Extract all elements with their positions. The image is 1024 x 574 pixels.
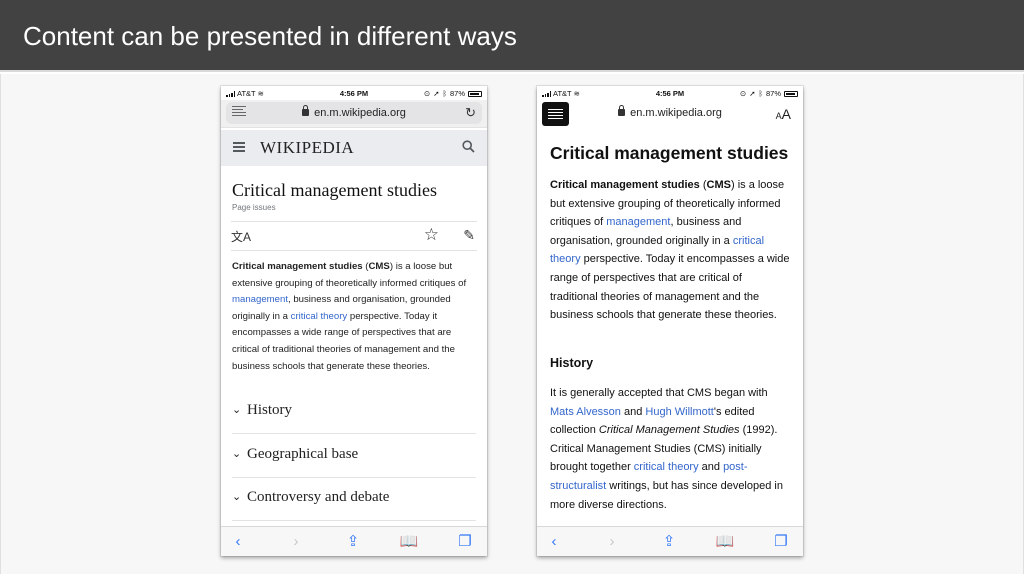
link-management[interactable]: management <box>606 216 670 228</box>
wiki-header: WIKIPEDIA <box>221 130 487 166</box>
back-icon[interactable]: ‹ <box>544 532 564 552</box>
url-text: en.m.wikipedia.org <box>630 107 722 119</box>
battery-percent: 87% <box>449 89 465 98</box>
search-icon[interactable] <box>462 140 475 153</box>
url-field[interactable]: en.m.wikipedia.org AA <box>542 102 798 126</box>
language-icon[interactable]: 文A <box>231 228 251 245</box>
bookmarks-icon[interactable]: 📖 <box>715 532 735 552</box>
back-icon[interactable]: ‹ <box>228 532 248 552</box>
section-controversy[interactable]: ⌄ Controversy and debate <box>232 489 476 521</box>
forward-icon[interactable]: › <box>286 532 306 552</box>
safari-toolbar: ‹ › ⇪ 📖 ❐ <box>537 526 803 556</box>
phone-standard-view: AT&T ≋ 4:56 PM ⊙ ➚ ᛒ 87% en.m.wikipedia.… <box>221 86 487 556</box>
url-text: en.m.wikipedia.org <box>314 107 406 119</box>
page-actions: 文A ☆ ✎ <box>231 221 477 251</box>
section-geographical-base[interactable]: ⌄ Geographical base <box>232 446 476 478</box>
share-icon[interactable]: ⇪ <box>659 532 679 552</box>
link-management[interactable]: management <box>232 294 288 305</box>
page-title: Critical management studies <box>232 180 437 200</box>
reload-icon[interactable]: ↻ <box>465 105 476 121</box>
share-icon[interactable]: ⇪ <box>343 532 363 552</box>
chevron-down-icon: ⌄ <box>232 404 242 416</box>
text-size-button[interactable]: AA <box>776 106 791 122</box>
slide-header: Content can be presented in different wa… <box>0 0 1024 72</box>
lock-icon <box>302 105 310 116</box>
slide-body <box>0 74 1024 574</box>
safari-toolbar: ‹ › ⇪ 📖 ❐ <box>221 526 487 556</box>
lock-rotation-icon: ⊙ <box>423 89 431 98</box>
address-bar: en.m.wikipedia.org AA <box>537 100 803 128</box>
chevron-down-icon: ⌄ <box>232 491 242 503</box>
star-icon[interactable]: ☆ <box>424 225 439 245</box>
forward-icon[interactable]: › <box>602 532 622 552</box>
bluetooth-icon: ᛒ <box>758 89 763 98</box>
battery-percent: 87% <box>765 89 781 98</box>
link-mats-alvesson[interactable]: Mats Alvesson <box>550 406 621 418</box>
location-icon: ➚ <box>749 89 756 98</box>
location-icon: ➚ <box>433 89 440 98</box>
link-critical-theory[interactable]: critical theory <box>634 461 699 473</box>
url-field[interactable]: en.m.wikipedia.org ↻ <box>226 102 482 124</box>
reader-title: Critical management studies <box>550 143 789 163</box>
battery-icon <box>784 90 798 97</box>
phone-reader-view: AT&T ≋ 4:56 PM ⊙ ➚ ᛒ 87% en.m.wikipedia.… <box>537 86 803 556</box>
menu-icon[interactable] <box>233 142 245 154</box>
page-issues-link[interactable]: Page issues <box>232 203 276 212</box>
tabs-icon[interactable]: ❐ <box>455 532 475 552</box>
bookmarks-icon[interactable]: 📖 <box>399 532 419 552</box>
lead-paragraph: Critical management studies (CMS) is a l… <box>232 261 467 372</box>
reader-paragraph-2: It is generally accepted that CMS began … <box>550 387 783 511</box>
tabs-icon[interactable]: ❐ <box>771 532 791 552</box>
reader-heading-history: History <box>550 356 594 370</box>
link-critical-theory[interactable]: critical theory <box>291 311 348 322</box>
link-hugh-willmott[interactable]: Hugh Willmott <box>645 406 713 418</box>
status-bar: AT&T ≋ 4:56 PM ⊙ ➚ ᛒ 87% <box>537 86 803 100</box>
reader-paragraph-1: Critical management studies (CMS) is a l… <box>550 179 790 322</box>
section-history[interactable]: ⌄ History <box>232 402 476 434</box>
bluetooth-icon: ᛒ <box>442 89 447 98</box>
lock-rotation-icon: ⊙ <box>739 89 747 98</box>
status-bar: AT&T ≋ 4:56 PM ⊙ ➚ ᛒ 87% <box>221 86 487 100</box>
wikipedia-logo[interactable]: WIKIPEDIA <box>260 138 354 158</box>
battery-icon <box>468 90 482 97</box>
address-bar: en.m.wikipedia.org ↻ <box>221 100 487 128</box>
slide-title: Content can be presented in different wa… <box>23 21 517 51</box>
chevron-down-icon: ⌄ <box>232 448 242 460</box>
edit-icon[interactable]: ✎ <box>463 227 475 244</box>
lock-icon <box>618 105 626 116</box>
